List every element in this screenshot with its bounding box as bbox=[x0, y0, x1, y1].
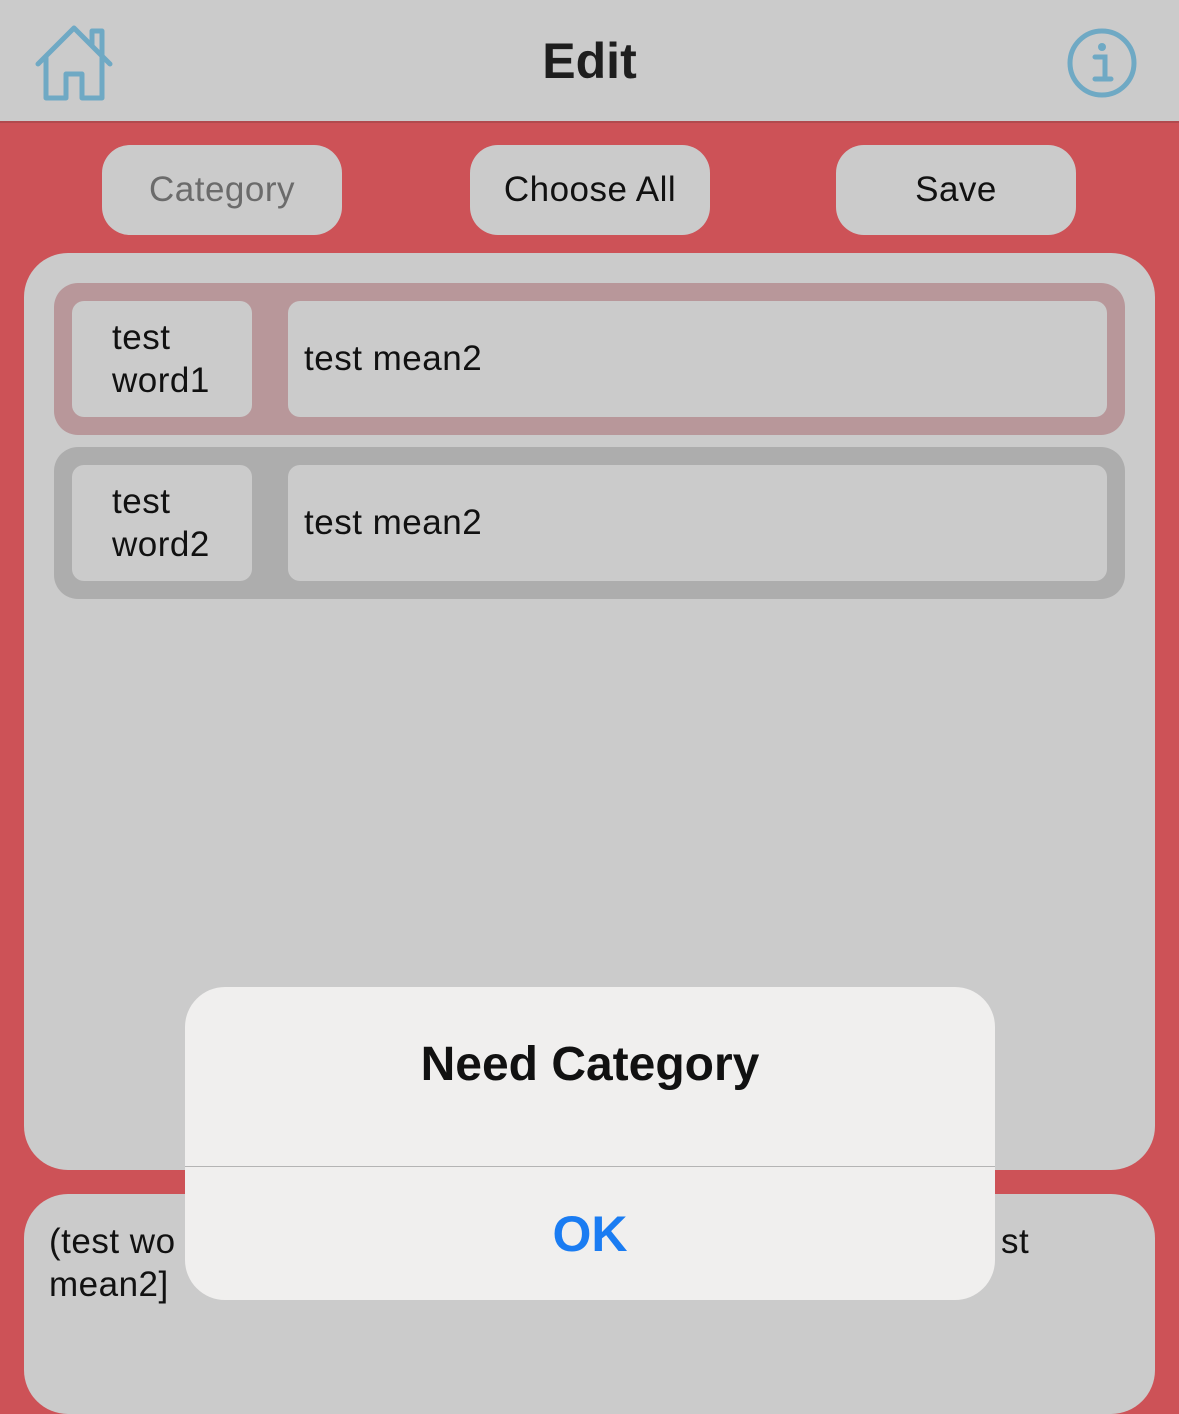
word-cell[interactable]: test word2 bbox=[72, 465, 252, 581]
word-cell[interactable]: test word1 bbox=[72, 301, 252, 417]
meaning-cell[interactable]: test mean2 bbox=[288, 301, 1107, 417]
save-button[interactable]: Save bbox=[836, 145, 1076, 235]
info-icon bbox=[1067, 28, 1137, 98]
word-row[interactable]: test word2 test mean2 bbox=[54, 447, 1125, 599]
choose-all-button[interactable]: Choose All bbox=[470, 145, 710, 235]
page-title: Edit bbox=[542, 33, 637, 89]
preview-text-left: (test wo bbox=[49, 1222, 176, 1261]
alert-title: Need Category bbox=[420, 1038, 760, 1091]
preview-text-right: st bbox=[1001, 1222, 1030, 1261]
alert-dialog: Need Category OK bbox=[185, 987, 995, 1300]
word-row[interactable]: test word1 test mean2 bbox=[54, 283, 1125, 435]
category-button[interactable]: Category bbox=[102, 145, 342, 235]
meaning-cell[interactable]: test mean2 bbox=[288, 465, 1107, 581]
preview-text-line2: mean2] bbox=[49, 1265, 169, 1304]
ok-button[interactable]: OK bbox=[185, 1167, 995, 1300]
info-button[interactable] bbox=[1066, 27, 1138, 99]
navigation-bar: Edit bbox=[0, 0, 1179, 123]
